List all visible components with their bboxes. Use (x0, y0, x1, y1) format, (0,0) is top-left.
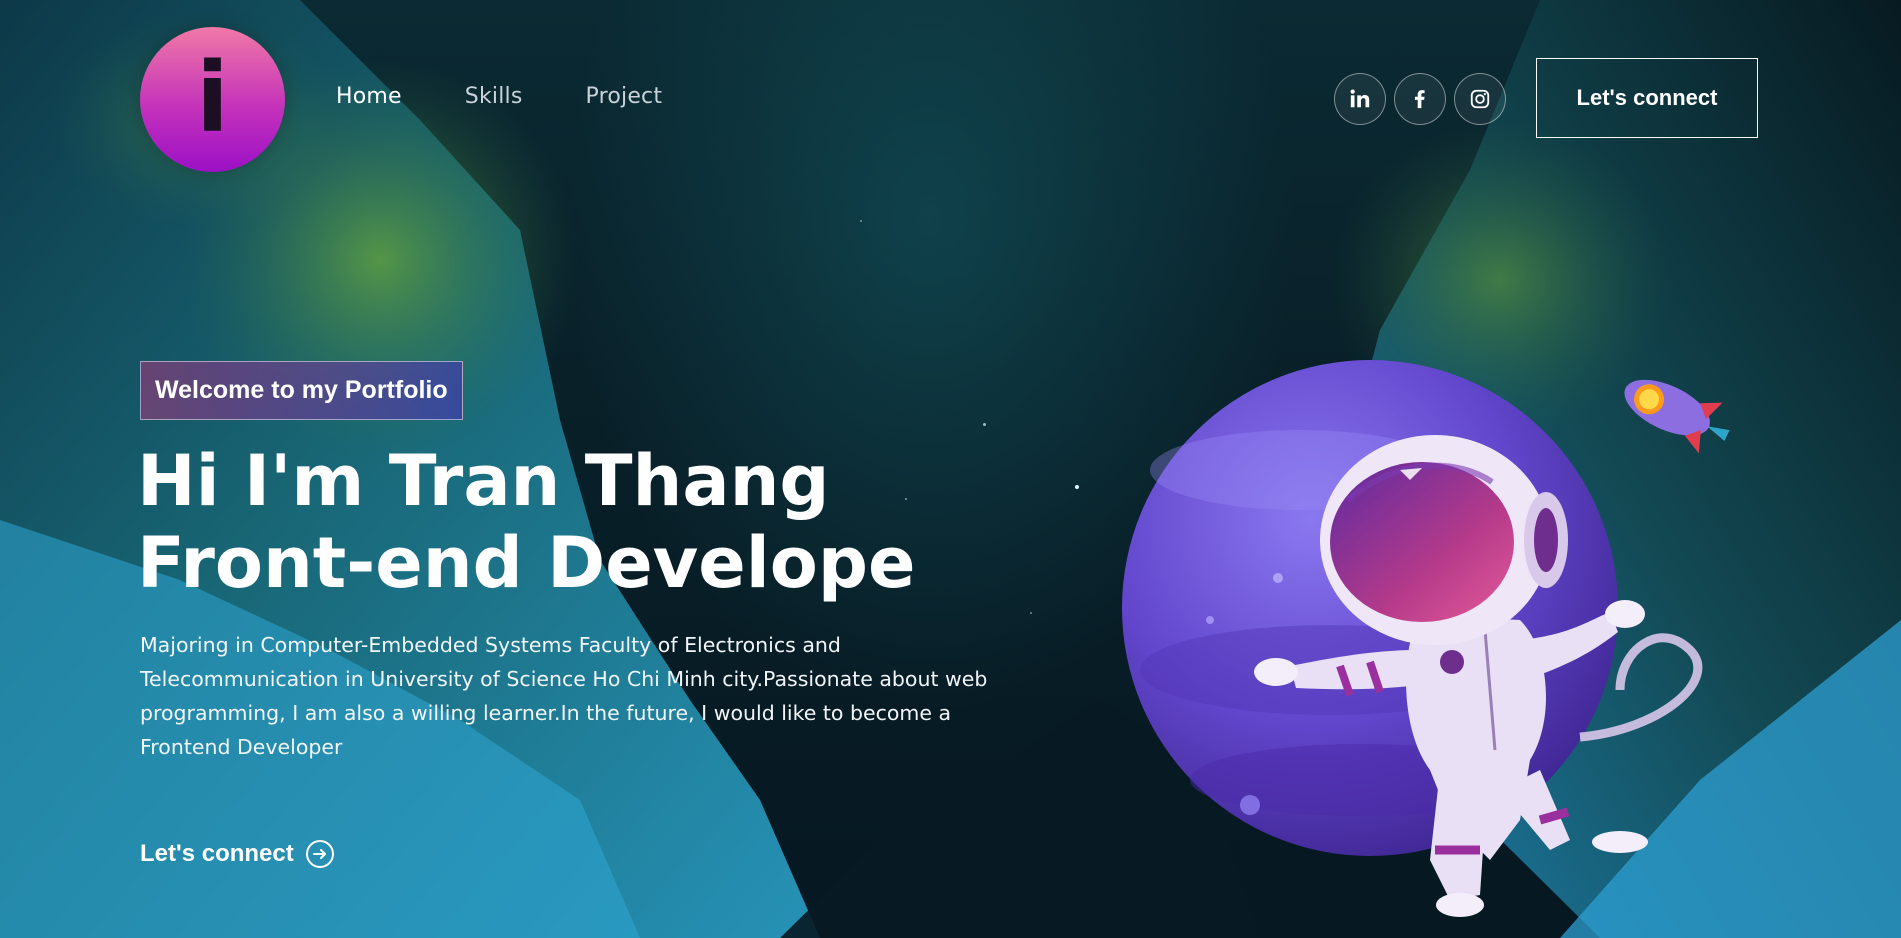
linkedin-icon[interactable] (1334, 73, 1386, 125)
astronaut-illustration (1122, 360, 1730, 917)
social-links (1334, 73, 1506, 125)
main-nav: Home Skills Project (336, 84, 662, 109)
hero-connect-label: Let's connect (140, 840, 294, 867)
facebook-icon[interactable] (1394, 73, 1446, 125)
nav-skills[interactable]: Skills (465, 84, 523, 109)
instagram-icon[interactable] (1454, 73, 1506, 125)
logo[interactable]: i (140, 27, 285, 172)
hero-connect-link[interactable]: Let's connect (140, 840, 334, 868)
nav-home[interactable]: Home (336, 84, 402, 109)
hero-headline: Hi I'm Tran Thang Front-end Develope (137, 440, 915, 604)
headline-line-1: Hi I'm Tran Thang (137, 440, 830, 522)
headline-line-2: Front-end Develope (137, 522, 916, 604)
arrow-right-circle-icon (305, 840, 334, 868)
logo-letter: i (196, 41, 229, 154)
header-connect-button[interactable]: Let's connect (1536, 58, 1758, 138)
nav-project[interactable]: Project (586, 84, 663, 109)
welcome-tagline: Welcome to my Portfolio (140, 361, 463, 420)
portfolio-page: i Home Skills Project Let's connect Welc… (0, 0, 1901, 938)
hero-description: Majoring in Computer-Embedded Systems Fa… (140, 633, 988, 759)
